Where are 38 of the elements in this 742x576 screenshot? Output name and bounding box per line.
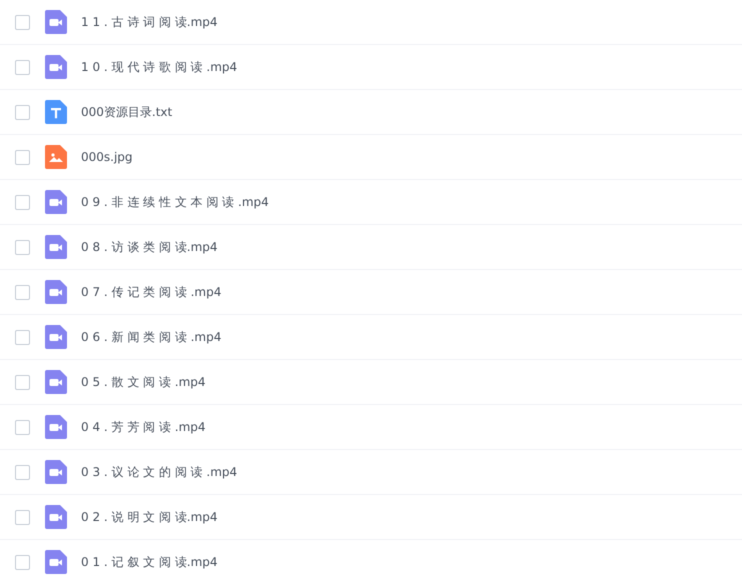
file-name[interactable]: 000s.jpg bbox=[81, 150, 133, 164]
file-name[interactable]: 0 8 . 访 谈 类 阅 读.mp4 bbox=[81, 238, 218, 256]
checkbox[interactable] bbox=[15, 374, 30, 390]
video-file-icon bbox=[45, 460, 67, 484]
file-name[interactable]: 1 1 . 古 诗 词 阅 读.mp4 bbox=[81, 14, 218, 30]
file-name[interactable]: 0 3 . 议 论 文 的 阅 读 .mp4 bbox=[81, 464, 238, 480]
checkbox[interactable] bbox=[15, 510, 30, 524]
video-file-icon bbox=[45, 55, 67, 79]
text-file-icon bbox=[45, 100, 67, 124]
checkbox[interactable] bbox=[15, 150, 30, 164]
file-name[interactable]: 000资源目录.txt bbox=[81, 104, 172, 120]
file-name[interactable]: 1 0 . 现 代 诗 歌 阅 读 .mp4 bbox=[81, 58, 238, 76]
video-file-icon bbox=[45, 325, 67, 349]
file-name[interactable]: 0 5 . 散 文 阅 读 .mp4 bbox=[81, 374, 206, 390]
checkbox[interactable] bbox=[15, 14, 30, 30]
checkbox[interactable] bbox=[15, 284, 30, 300]
checkbox[interactable] bbox=[15, 240, 30, 254]
video-file-icon bbox=[45, 280, 67, 304]
video-file-icon bbox=[45, 370, 67, 394]
video-file-icon bbox=[45, 190, 67, 214]
checkbox[interactable] bbox=[15, 330, 30, 344]
checkbox[interactable] bbox=[15, 194, 30, 210]
video-file-icon bbox=[45, 415, 67, 439]
checkbox[interactable] bbox=[15, 420, 30, 434]
file-name[interactable]: 0 4 . 芳 芳 阅 读 .mp4 bbox=[81, 418, 206, 436]
checkbox[interactable] bbox=[15, 104, 30, 120]
video-file-icon bbox=[45, 505, 67, 529]
file-name[interactable]: 0 9 . 非 连 续 性 文 本 阅 读 .mp4 bbox=[81, 194, 269, 210]
checkbox[interactable] bbox=[15, 60, 30, 74]
file-name[interactable]: 0 2 . 说 明 文 阅 读.mp4 bbox=[81, 508, 218, 526]
video-file-icon bbox=[45, 235, 67, 259]
video-file-icon bbox=[45, 10, 67, 34]
file-name[interactable]: 0 6 . 新 闻 类 阅 读 .mp4 bbox=[81, 328, 222, 346]
checkbox[interactable] bbox=[15, 464, 30, 480]
checkbox[interactable] bbox=[15, 554, 30, 570]
image-file-icon bbox=[45, 145, 67, 169]
file-name[interactable]: 0 1 . 记 叙 文 阅 读.mp4 bbox=[81, 554, 218, 570]
file-name[interactable]: 0 7 . 传 记 类 阅 读 .mp4 bbox=[81, 284, 222, 300]
